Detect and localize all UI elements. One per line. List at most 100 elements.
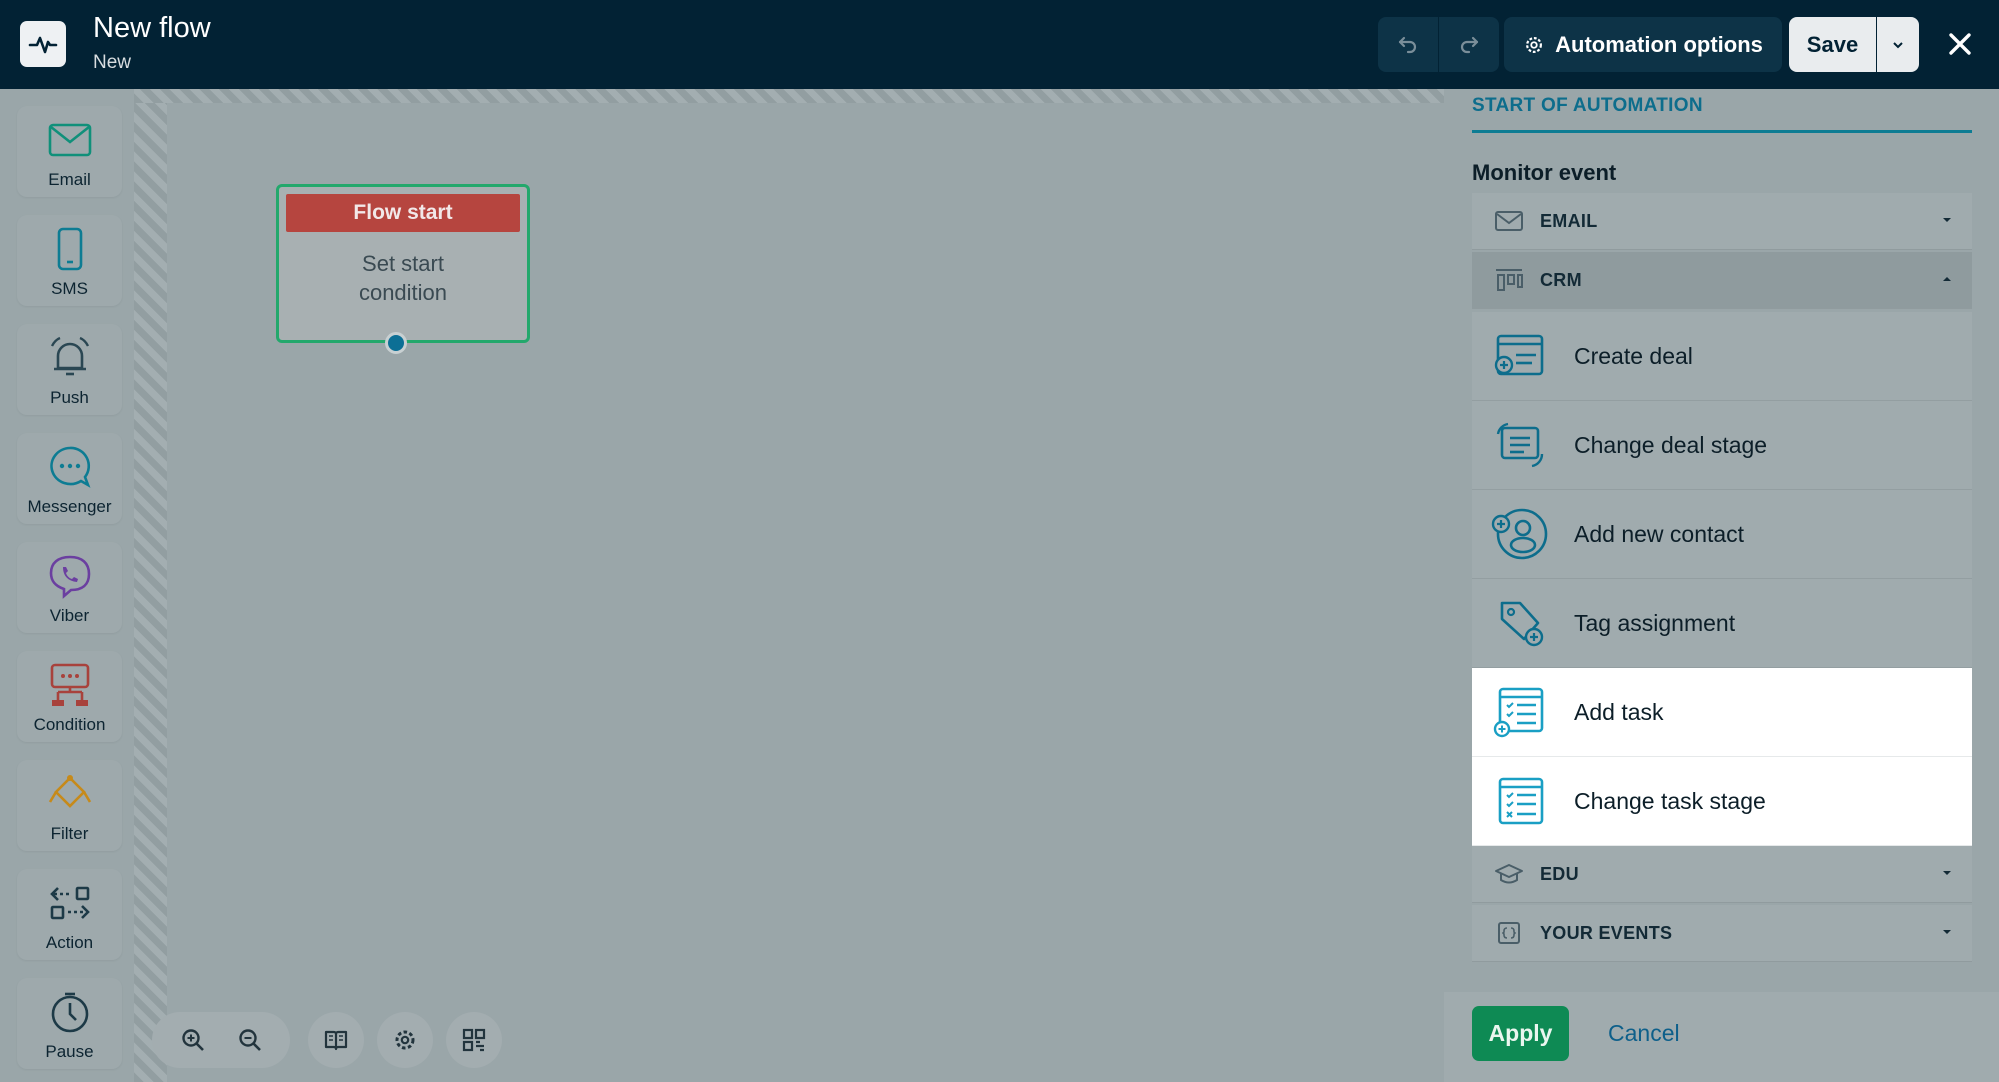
event-change-task-stage[interactable]: Change task stage (1472, 757, 1972, 846)
clock-icon (51, 992, 88, 1033)
redo-button[interactable] (1439, 17, 1499, 72)
close-button[interactable] (1940, 22, 1980, 66)
category-your-events[interactable]: YOUR EVENTS (1472, 905, 1972, 962)
canvas-top-stripe (134, 89, 1444, 103)
monitor-event-label: Monitor event (1472, 160, 1617, 185)
grid-icon (462, 1028, 486, 1052)
flow-start-body-line: Set start (362, 251, 444, 276)
event-create-deal[interactable]: Create deal (1472, 312, 1972, 401)
add-task-icon (1493, 687, 1544, 738)
flow-title: New flow (93, 12, 211, 44)
envelope-icon (1495, 211, 1523, 231)
book-icon (324, 1030, 348, 1051)
graduation-cap-icon (1495, 864, 1523, 884)
tool-messenger[interactable]: Messenger (17, 433, 122, 524)
tool-label: Pause (45, 1042, 94, 1061)
gear-icon (1526, 36, 1543, 53)
event-label: Create deal (1574, 342, 1693, 369)
flow-start-title: Flow start (286, 194, 520, 232)
tool-action[interactable]: Action (17, 869, 122, 960)
apply-button[interactable]: Apply (1472, 1006, 1569, 1061)
guide-button[interactable] (308, 1012, 364, 1068)
undo-icon (1398, 36, 1417, 53)
action-icon (49, 886, 90, 920)
tool-email[interactable]: Email (17, 106, 122, 197)
zoom-out-icon (239, 1029, 261, 1051)
chevron-up-icon (1943, 277, 1951, 281)
tool-label: Push (50, 388, 89, 407)
event-add-task[interactable]: Add task (1472, 668, 1972, 757)
chevron-down-icon (1943, 930, 1951, 934)
canvas-edge-stripe (134, 89, 167, 1082)
event-add-new-contact[interactable]: Add new contact (1472, 490, 1972, 579)
tool-filter[interactable]: Filter (17, 760, 122, 851)
tag-icon (1500, 601, 1544, 647)
zoom-in-button[interactable] (165, 1012, 221, 1068)
category-label: EMAIL (1540, 210, 1598, 231)
node-output-connector[interactable] (385, 332, 407, 354)
tool-push[interactable]: Push (17, 324, 122, 415)
code-braces-icon (1498, 922, 1520, 944)
filter-icon (48, 775, 91, 808)
tool-viber[interactable]: Viber (17, 542, 122, 633)
redo-icon (1460, 36, 1479, 53)
tool-label: Filter (50, 824, 89, 843)
change-task-stage-icon (1498, 777, 1544, 825)
category-email[interactable]: EMAIL (1472, 193, 1972, 250)
cancel-button[interactable]: Cancel (1608, 1006, 1680, 1061)
bell-icon (50, 336, 89, 376)
chevron-down-icon (1893, 41, 1903, 48)
tool-label: Condition (33, 715, 106, 734)
event-label: Change task stage (1574, 787, 1766, 814)
event-tag-assignment[interactable]: Tag assignment (1472, 579, 1972, 668)
tool-label: SMS (51, 279, 88, 298)
event-label: Tag assignment (1574, 609, 1736, 636)
envelope-icon (48, 123, 91, 157)
event-label: Add new contact (1574, 520, 1745, 547)
create-deal-icon (1494, 334, 1544, 376)
tool-label: Action (45, 933, 94, 952)
automation-options-button[interactable]: Automation options (1504, 17, 1782, 72)
save-button[interactable]: Save (1789, 17, 1876, 72)
pulse-icon (28, 36, 58, 54)
event-change-deal-stage[interactable]: Change deal stage (1472, 401, 1972, 490)
top-bar: New flow New Automation options Save (0, 0, 1999, 89)
viber-icon (49, 555, 90, 599)
gear-icon (395, 1030, 415, 1050)
close-icon (1949, 33, 1971, 55)
tool-pause[interactable]: Pause (17, 978, 122, 1069)
flow-status: New (93, 52, 132, 73)
category-label: CRM (1540, 269, 1582, 290)
canvas-settings-button[interactable] (377, 1012, 433, 1068)
category-crm[interactable]: CRM (1472, 252, 1972, 309)
minimap-button[interactable] (446, 1012, 502, 1068)
zoom-in-icon (182, 1029, 204, 1051)
chevron-down-icon (1943, 218, 1951, 222)
change-deal-stage-icon (1496, 422, 1544, 468)
undo-button[interactable] (1378, 17, 1438, 72)
category-label: EDU (1540, 863, 1579, 884)
condition-icon (50, 663, 89, 706)
event-label: Change deal stage (1574, 431, 1768, 458)
tool-label: Messenger (27, 497, 112, 516)
chevron-down-icon (1943, 871, 1951, 875)
panel-section-title: START OF AUTOMATION (1472, 95, 1703, 116)
zoom-controls (152, 1012, 290, 1068)
flow-start-node[interactable]: Flow start Set start condition (276, 184, 530, 343)
flow-start-body-line: condition (358, 280, 448, 305)
phone-icon (57, 227, 82, 271)
zoom-out-button[interactable] (222, 1012, 278, 1068)
flow-start-body: Set start condition (279, 249, 527, 307)
tool-sms[interactable]: SMS (17, 215, 122, 306)
automation-options-label: Automation options (1555, 31, 1763, 57)
app-logo[interactable] (20, 21, 66, 67)
tool-label: Viber (49, 606, 90, 625)
category-label: YOUR EVENTS (1540, 922, 1673, 943)
tool-condition[interactable]: Condition (17, 651, 122, 742)
panel-section-underline (1472, 130, 1972, 133)
category-edu[interactable]: EDU (1472, 846, 1972, 903)
event-label: Add task (1574, 698, 1664, 725)
tool-label: Email (48, 170, 91, 189)
save-options-dropdown[interactable] (1877, 17, 1919, 72)
add-contact-icon (1491, 508, 1548, 560)
